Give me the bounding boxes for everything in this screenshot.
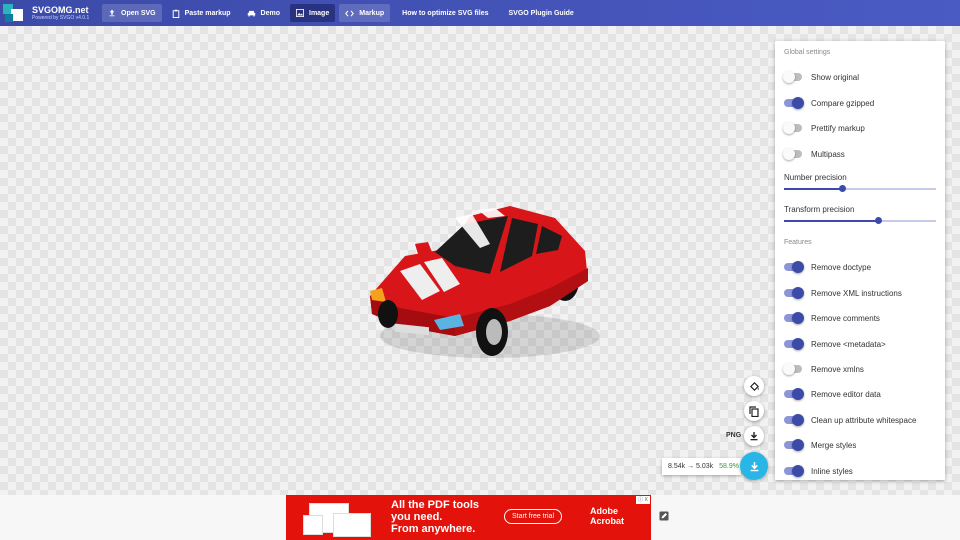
code-icon bbox=[345, 10, 355, 16]
tab-markup[interactable]: Markup bbox=[339, 4, 391, 22]
ad-documents-image bbox=[303, 501, 373, 537]
switch[interactable] bbox=[784, 287, 804, 299]
toggle-inline-styles[interactable]: Inline styles bbox=[784, 464, 853, 478]
demo-button[interactable]: Demo bbox=[241, 4, 286, 22]
brand-title: SVGOMG.net bbox=[32, 4, 89, 15]
slider-thumb[interactable] bbox=[875, 217, 883, 224]
copy-button[interactable] bbox=[744, 401, 764, 421]
car-icon bbox=[247, 10, 255, 16]
switch[interactable] bbox=[783, 363, 802, 375]
open-svg-label: Open SVG bbox=[121, 9, 156, 17]
start-free-trial-button[interactable]: Start free trial bbox=[504, 509, 562, 524]
paint-bucket-icon bbox=[749, 381, 759, 391]
download-icon bbox=[750, 432, 758, 441]
slider-thumb[interactable] bbox=[838, 185, 846, 192]
markup-tab-label: Markup bbox=[359, 9, 385, 17]
toggle-remove-doctype[interactable]: Remove doctype bbox=[784, 260, 871, 274]
copy-icon bbox=[749, 405, 759, 417]
toggle-label: Merge styles bbox=[811, 440, 857, 450]
switch[interactable] bbox=[784, 312, 804, 324]
ad-headline-line-1: All the PDF tools bbox=[391, 499, 479, 511]
tab-image[interactable]: Image bbox=[290, 4, 336, 22]
toggle-remove-xmlns[interactable]: Remove xmlns bbox=[783, 362, 864, 376]
switch[interactable] bbox=[784, 439, 804, 451]
open-svg-button[interactable]: Open SVG bbox=[102, 4, 162, 22]
image-icon bbox=[296, 9, 304, 17]
toggle-compare-gzipped[interactable]: Compare gzipped bbox=[784, 96, 874, 110]
size-percent: 58.9% bbox=[719, 463, 739, 470]
download-png-button[interactable] bbox=[744, 426, 764, 446]
ad-headline-line-3: From anywhere. bbox=[391, 523, 476, 535]
toggle-label: Clean up attribute whitespace bbox=[811, 415, 917, 425]
toggle-remove-metadata[interactable]: Remove <metadata> bbox=[784, 337, 886, 351]
toggle-cleanup-attribute-whitespace[interactable]: Clean up attribute whitespace bbox=[784, 413, 916, 427]
switch[interactable] bbox=[784, 261, 804, 273]
paste-markup-button[interactable]: Paste markup bbox=[166, 4, 237, 22]
plugin-guide-link[interactable]: SVGO Plugin Guide bbox=[500, 4, 581, 22]
toggle-remove-editor-data[interactable]: Remove editor data bbox=[784, 387, 881, 401]
toggle-label: Multipass bbox=[811, 149, 845, 159]
toggle-label: Prettify markup bbox=[811, 123, 865, 133]
transform-precision-slider[interactable] bbox=[784, 217, 936, 224]
clipboard-icon bbox=[172, 9, 179, 18]
size-comparison: 8.54k → 5.03k 58.9% bbox=[662, 458, 741, 475]
ad-headline: All the PDF tools you need. From anywher… bbox=[391, 499, 491, 535]
toggle-label: Remove editor data bbox=[811, 389, 881, 399]
switch[interactable] bbox=[784, 338, 804, 350]
toggle-label: Remove comments bbox=[811, 313, 880, 323]
toggle-prettify-markup[interactable]: Prettify markup bbox=[783, 121, 865, 135]
background-color-button[interactable] bbox=[744, 376, 764, 396]
brand-subtitle[interactable]: Powered by SVGO v4.0.1 bbox=[32, 15, 102, 22]
ad-brand-line-2: Acrobat bbox=[590, 516, 625, 526]
adobe-acrobat-ad[interactable]: All the PDF tools you need. From anywher… bbox=[286, 495, 651, 540]
ad-brand-line-1: Adobe bbox=[590, 506, 618, 516]
demo-label: Demo bbox=[260, 9, 280, 17]
svgomg-logo bbox=[3, 0, 27, 26]
toggle-remove-comments[interactable]: Remove comments bbox=[784, 311, 880, 325]
toggle-merge-styles[interactable]: Merge styles bbox=[784, 438, 856, 452]
ad-headline-line-2: you need. bbox=[391, 511, 443, 523]
switch[interactable] bbox=[783, 148, 802, 160]
toggle-remove-xml-instructions[interactable]: Remove XML instructions bbox=[784, 286, 902, 300]
switch[interactable] bbox=[784, 388, 804, 400]
image-tab-label: Image bbox=[309, 9, 330, 17]
transform-precision-label: Transform precision bbox=[784, 205, 855, 214]
global-settings-title: Global settings bbox=[784, 49, 831, 56]
switch[interactable] bbox=[783, 71, 802, 83]
toggle-multipass[interactable]: Multipass bbox=[783, 147, 845, 161]
switch[interactable] bbox=[783, 122, 802, 134]
upload-icon bbox=[109, 9, 115, 17]
toggle-label: Remove doctype bbox=[811, 262, 872, 272]
optimize-svg-link[interactable]: How to optimize SVG files bbox=[394, 4, 496, 22]
settings-panel: Global settings Show original Compare gz… bbox=[775, 41, 945, 480]
toggle-label: Inline styles bbox=[811, 466, 853, 476]
number-precision-slider[interactable] bbox=[784, 185, 936, 192]
app-header: SVGOMG.net Powered by SVGO v4.0.1 Open S… bbox=[0, 0, 960, 26]
number-precision-label: Number precision bbox=[784, 173, 847, 182]
features-title: Features bbox=[784, 239, 812, 246]
toggle-label: Remove XML instructions bbox=[811, 288, 902, 298]
size-text: 8.54k → 5.03k bbox=[668, 463, 714, 470]
download-svg-button[interactable] bbox=[740, 452, 768, 480]
download-icon bbox=[750, 461, 758, 471]
paste-markup-label: Paste markup bbox=[184, 9, 231, 17]
toggle-label: Compare gzipped bbox=[811, 98, 875, 108]
switch[interactable] bbox=[784, 414, 804, 426]
switch[interactable] bbox=[784, 465, 804, 477]
toggle-label: Show original bbox=[811, 72, 860, 82]
adobe-acrobat-logo: Adobe Acrobat bbox=[590, 506, 624, 526]
car-illustration bbox=[370, 206, 600, 358]
edit-icon[interactable] bbox=[659, 511, 669, 521]
brand: SVGOMG.net Powered by SVGO v4.0.1 bbox=[32, 5, 102, 22]
toggle-label: Remove xmlns bbox=[811, 364, 864, 374]
ad-choices-icon[interactable]: ⓘ X bbox=[636, 496, 650, 504]
toggle-show-original[interactable]: Show original bbox=[783, 70, 860, 84]
switch[interactable] bbox=[784, 97, 804, 109]
png-label: PNG bbox=[726, 432, 742, 439]
toggle-label: Remove <metadata> bbox=[811, 339, 886, 349]
